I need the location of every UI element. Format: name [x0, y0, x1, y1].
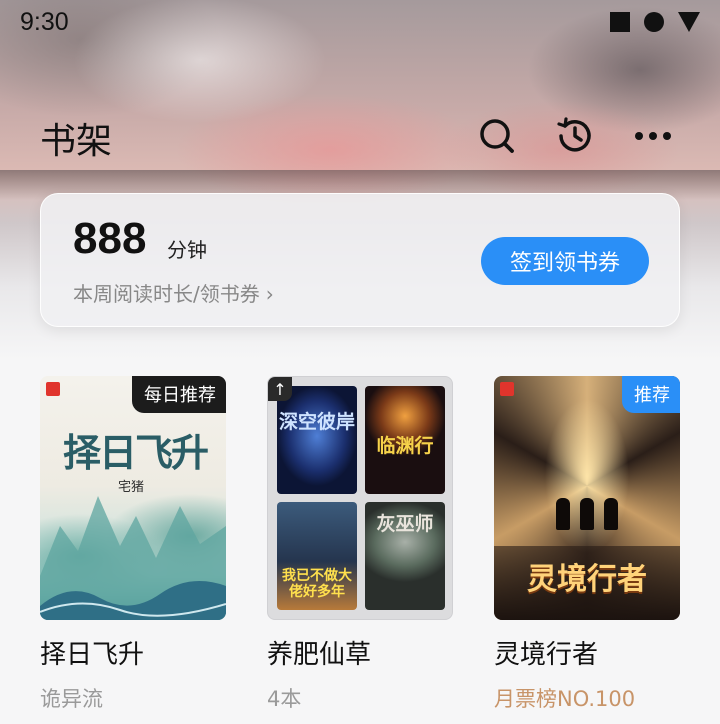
- more-icon[interactable]: [630, 113, 676, 159]
- mini-cover-2: 临渊行: [365, 386, 445, 494]
- mini-cover-title: 临渊行: [376, 435, 434, 457]
- book-item-3[interactable]: 灵境行者 推荐 灵境行者 月票榜NO.100: [494, 376, 680, 713]
- pin-top-icon: ↑: [268, 377, 292, 401]
- search-icon[interactable]: [474, 113, 520, 159]
- cover-figure: [556, 498, 570, 530]
- mini-cover-3: 我已不做大佬好多年: [277, 502, 357, 610]
- reading-minutes-unit: 分钟: [167, 238, 207, 262]
- book-rank: 月票榜NO.100: [494, 687, 636, 711]
- history-icon[interactable]: [552, 113, 598, 159]
- book-cover[interactable]: 灵境行者 推荐: [494, 376, 680, 620]
- mini-cover-title: 灰巫师: [376, 513, 434, 535]
- cover-figure: [580, 498, 594, 530]
- chevron-right-icon: ›: [265, 282, 274, 306]
- reading-time-card[interactable]: 888 分钟 本周阅读时长/领书券 › 签到领书券: [40, 193, 680, 327]
- mini-cover-title: 深空彼岸: [278, 411, 355, 433]
- status-square-icon: [610, 12, 630, 32]
- publisher-logo-icon: [500, 382, 514, 396]
- mini-cover-title: 我已不做大佬好多年: [282, 568, 352, 600]
- mini-cover-4: 灰巫师: [365, 502, 445, 610]
- reading-minutes-value: 888: [73, 214, 147, 263]
- cover-title: 择日飞升: [62, 430, 209, 475]
- book-title: 灵境行者: [494, 640, 599, 670]
- mini-cover-1: 深空彼岸: [277, 386, 357, 494]
- collection-cover[interactable]: 深空彼岸 临渊行 我已不做大佬好多年 灰巫师 ↑: [267, 376, 453, 620]
- publisher-logo-icon: [46, 382, 60, 396]
- status-circle-icon: [644, 12, 664, 32]
- book-title: 择日飞升: [40, 640, 145, 670]
- reading-description-text: 本周阅读时长/领书券: [73, 282, 260, 306]
- book-item-2[interactable]: 深空彼岸 临渊行 我已不做大佬好多年 灰巫师 ↑ 养肥仙草 4本: [267, 376, 453, 713]
- checkin-button[interactable]: 签到领书券: [481, 237, 649, 285]
- book-tag: 诡异流: [40, 687, 103, 711]
- book-item-1[interactable]: 择日飞升 宅猪 每日推荐 择日飞升 诡异流: [40, 376, 226, 713]
- book-cover[interactable]: 择日飞升 宅猪 每日推荐: [40, 376, 226, 620]
- status-triangle-icon: [678, 12, 700, 32]
- status-bar: 9:30: [0, 0, 720, 48]
- book-title: 养肥仙草: [267, 640, 372, 670]
- book-count: 4本: [267, 687, 302, 711]
- reading-description-link[interactable]: 本周阅读时长/领书券 ›: [73, 278, 274, 307]
- status-icons: [610, 12, 700, 32]
- page-title: 书架: [40, 121, 113, 162]
- cover-figure: [604, 498, 618, 530]
- cover-title: 灵境行者: [527, 562, 647, 597]
- recommend-badge: 推荐: [622, 376, 680, 413]
- cover-author: 宅猪: [118, 480, 145, 495]
- daily-recommend-badge: 每日推荐: [132, 376, 226, 413]
- status-time: 9:30: [20, 8, 69, 36]
